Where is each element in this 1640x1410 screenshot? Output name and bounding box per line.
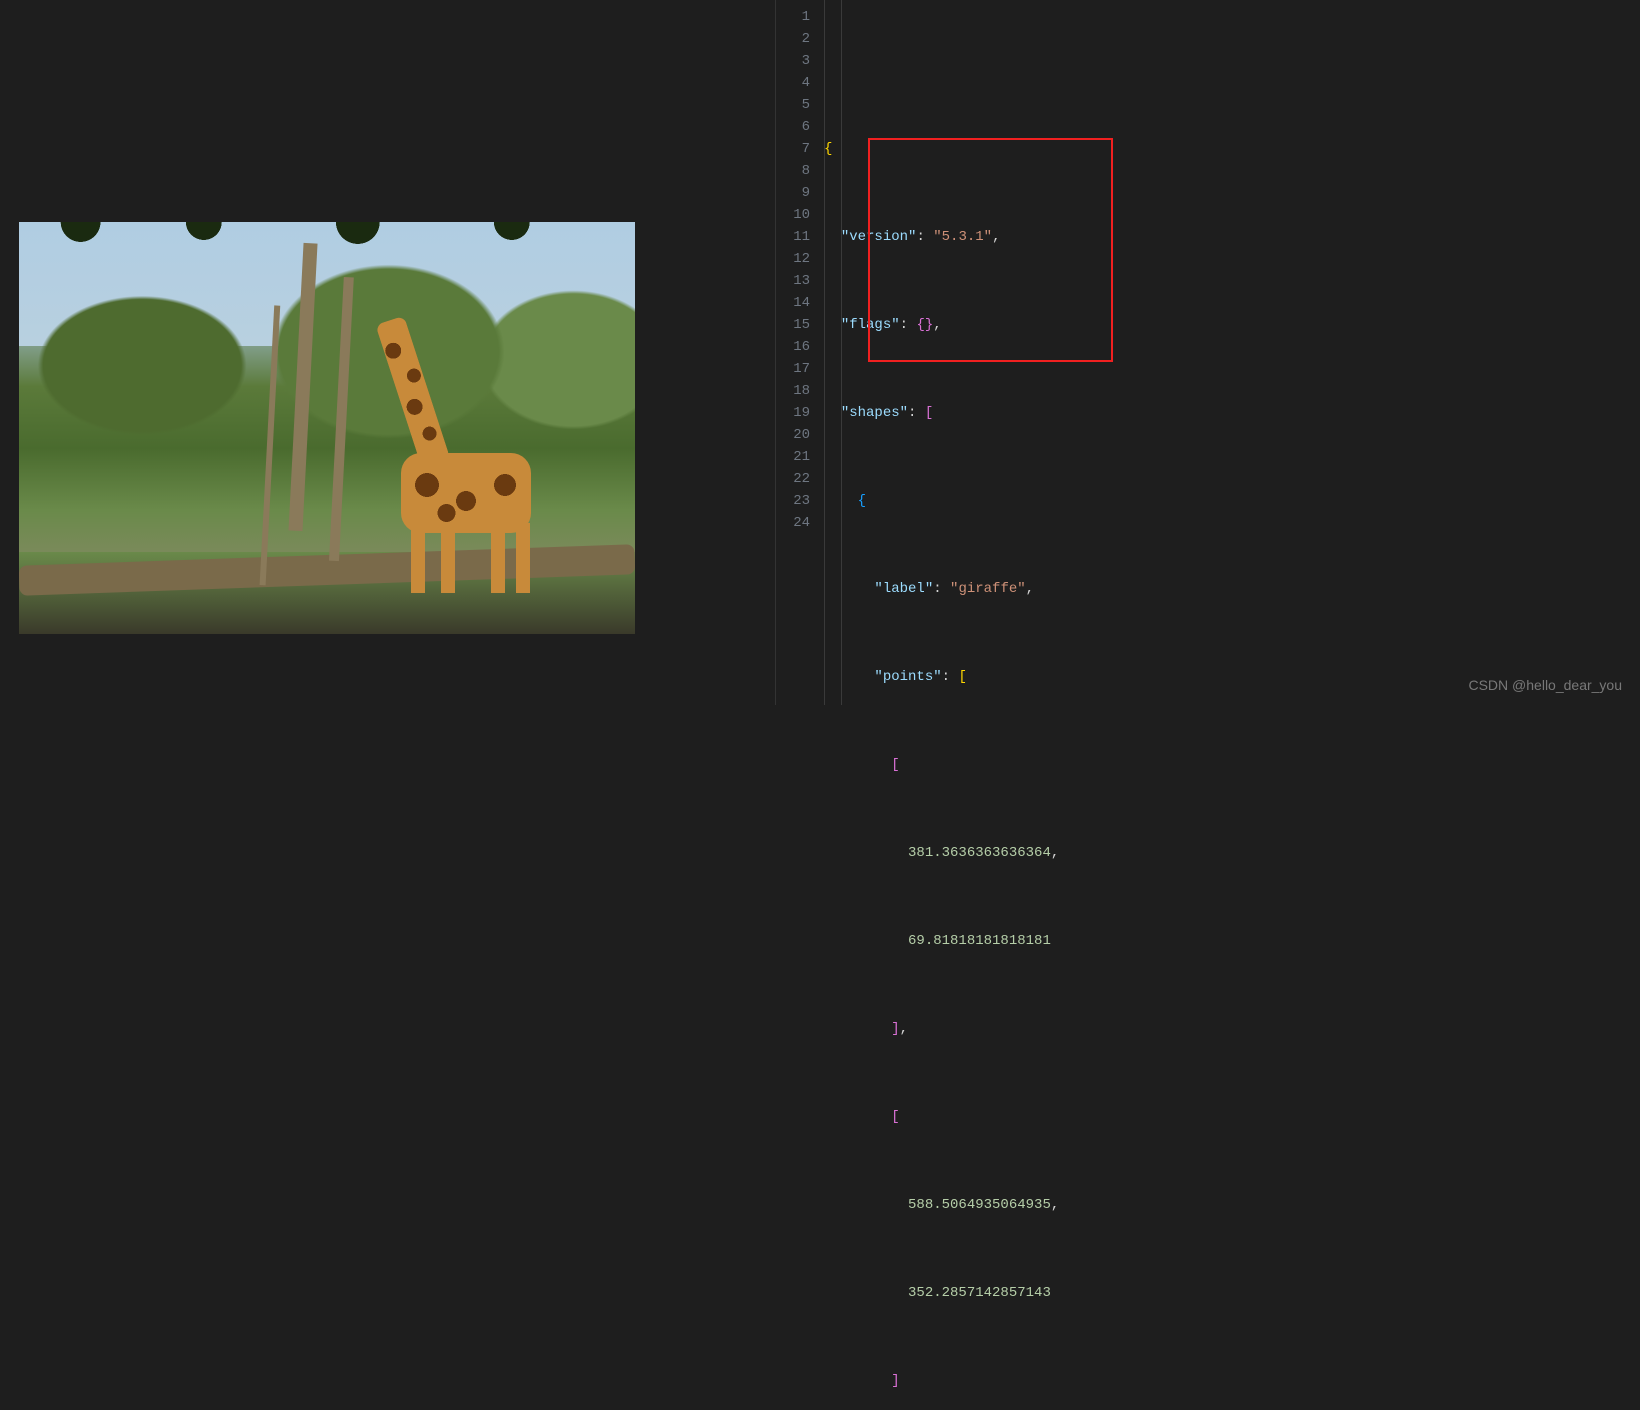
line-number: 12 bbox=[776, 248, 824, 270]
code-line[interactable]: "label": "giraffe", bbox=[824, 578, 1640, 600]
line-number: 8 bbox=[776, 160, 824, 182]
code-line[interactable]: "version": "5.3.1", bbox=[824, 226, 1640, 248]
code-line[interactable]: { bbox=[824, 490, 1640, 512]
line-number: 18 bbox=[776, 380, 824, 402]
json-key: "points" bbox=[874, 669, 941, 685]
code-line[interactable]: 381.3636363636364, bbox=[824, 842, 1640, 864]
watermark-text: CSDN @hello_dear_you bbox=[1468, 677, 1622, 693]
line-number: 3 bbox=[776, 50, 824, 72]
json-string: "5.3.1" bbox=[933, 229, 992, 245]
code-line[interactable]: 69.81818181818181 bbox=[824, 930, 1640, 952]
line-number: 9 bbox=[776, 182, 824, 204]
line-number: 15 bbox=[776, 314, 824, 336]
line-number: 4 bbox=[776, 72, 824, 94]
code-line[interactable]: 588.5064935064935, bbox=[824, 1194, 1640, 1216]
line-number: 5 bbox=[776, 94, 824, 116]
json-key: "shapes" bbox=[841, 405, 908, 421]
line-number: 6 bbox=[776, 116, 824, 138]
code-editor-pane[interactable]: 1 2 3 4 5 6 7 8 9 10 11 12 13 14 15 16 1… bbox=[775, 0, 1640, 705]
line-number-gutter: 1 2 3 4 5 6 7 8 9 10 11 12 13 14 15 16 1… bbox=[776, 0, 824, 705]
code-line[interactable]: "shapes": [ bbox=[824, 402, 1640, 424]
line-number: 20 bbox=[776, 424, 824, 446]
json-key: "label" bbox=[874, 581, 933, 597]
brace: {} bbox=[916, 317, 933, 333]
image-preview-pane bbox=[0, 0, 775, 705]
code-line[interactable]: 352.2857142857143 bbox=[824, 1282, 1640, 1304]
preview-image bbox=[19, 222, 635, 634]
line-number: 2 bbox=[776, 28, 824, 50]
code-line[interactable]: [ bbox=[824, 1106, 1640, 1128]
line-number: 1 bbox=[776, 6, 824, 28]
json-number: 381.3636363636364 bbox=[908, 845, 1051, 861]
brace: { bbox=[824, 141, 832, 157]
line-number: 21 bbox=[776, 446, 824, 468]
json-number: 69.81818181818181 bbox=[908, 933, 1051, 949]
line-number: 23 bbox=[776, 490, 824, 512]
line-number: 22 bbox=[776, 468, 824, 490]
json-number: 352.2857142857143 bbox=[908, 1285, 1051, 1301]
code-line[interactable]: [ bbox=[824, 754, 1640, 776]
code-line[interactable]: { bbox=[824, 138, 1640, 160]
code-line[interactable]: ] bbox=[824, 1370, 1640, 1392]
line-number: 17 bbox=[776, 358, 824, 380]
json-key: "flags" bbox=[841, 317, 900, 333]
json-string: "giraffe" bbox=[950, 581, 1026, 597]
json-number: 588.5064935064935 bbox=[908, 1197, 1051, 1213]
code-line[interactable]: ], bbox=[824, 1018, 1640, 1040]
line-number: 11 bbox=[776, 226, 824, 248]
line-number: 24 bbox=[776, 512, 824, 534]
line-number: 13 bbox=[776, 270, 824, 292]
code-content[interactable]: { "version": "5.3.1", "flags": {}, "shap… bbox=[824, 0, 1640, 705]
json-key: "version" bbox=[841, 229, 917, 245]
line-number: 7 bbox=[776, 138, 824, 160]
line-number: 16 bbox=[776, 336, 824, 358]
line-number: 10 bbox=[776, 204, 824, 226]
code-line[interactable]: "flags": {}, bbox=[824, 314, 1640, 336]
line-number: 19 bbox=[776, 402, 824, 424]
line-number: 14 bbox=[776, 292, 824, 314]
